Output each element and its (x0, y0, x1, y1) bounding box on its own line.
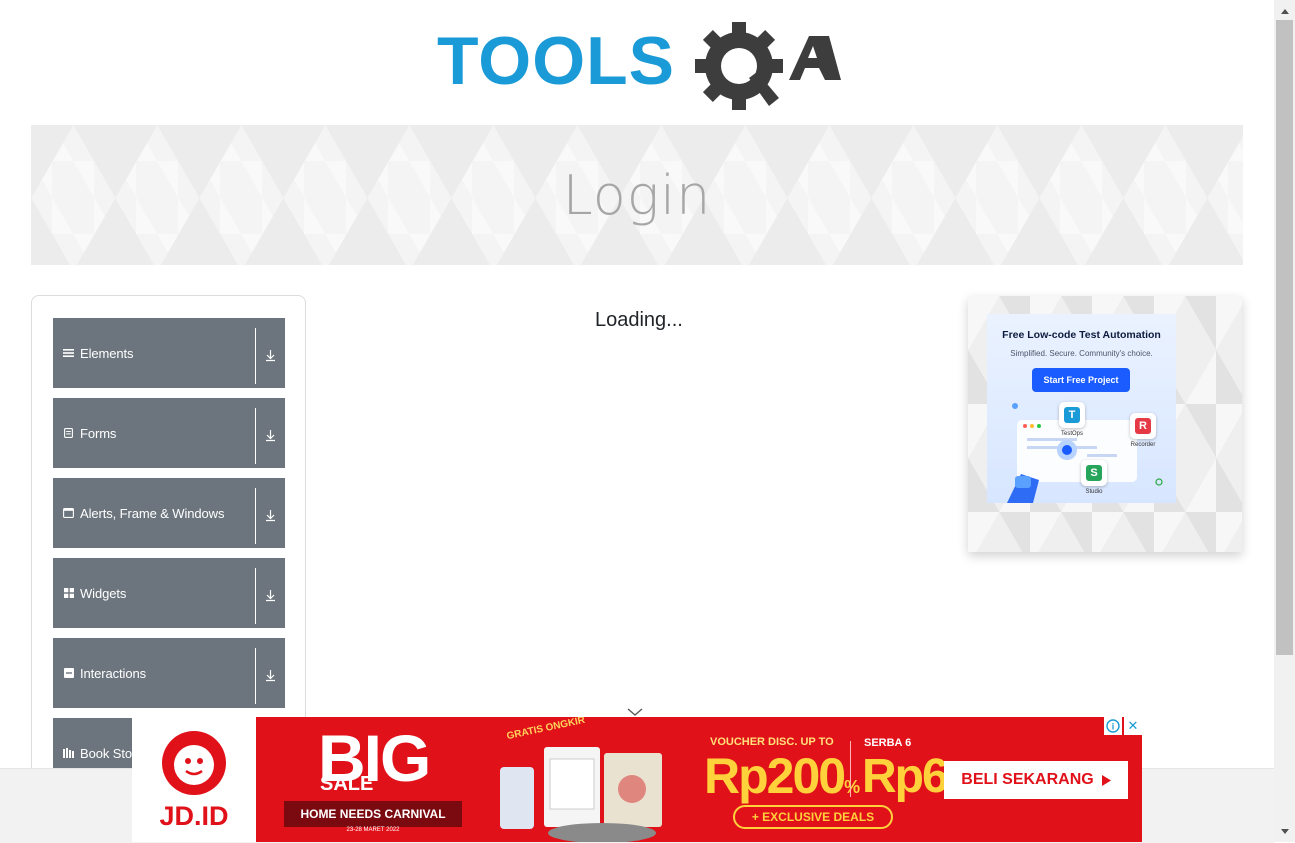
jdid-brand-text: JD.ID (159, 801, 229, 831)
widgets-grid-icon (63, 588, 74, 599)
scroll-down-arrow-icon[interactable] (1274, 822, 1295, 840)
interactions-icon (63, 668, 74, 679)
studio-tile: S (1081, 460, 1107, 486)
jdid-banner-ad[interactable]: JD.ID BIG SALE HOME NEEDS CARNIVAL 23-28… (132, 717, 1142, 842)
sale-text: SALE (320, 773, 374, 795)
svg-text:TOOLS: TOOLS (437, 23, 675, 99)
loading-indicator: Loading... (595, 309, 683, 331)
menu-group-forms[interactable]: Forms (53, 398, 285, 468)
play-arrow-icon (1101, 774, 1111, 786)
separator (255, 488, 256, 544)
menu-group-label: Widgets (80, 585, 127, 601)
jdid-logo-box: JD.ID (132, 717, 256, 842)
right-ad-container: Free Low-code Test Automation Simplified… (968, 296, 1242, 552)
voucher-amount: Rp200% (704, 748, 860, 804)
svg-text:i: i (1112, 722, 1115, 732)
serba-amount: Rp6 (862, 750, 949, 803)
ad-title: Free Low-code Test Automation (1002, 329, 1161, 341)
menu-group-label: Elements (80, 345, 134, 361)
menu-group-label: Forms (80, 425, 117, 441)
menu-group-widgets[interactable]: Widgets (53, 558, 285, 628)
download-arrow-icon[interactable] (264, 507, 277, 522)
separator (255, 408, 256, 464)
scrollbar-thumb[interactable] (1276, 20, 1293, 655)
ad-subtitle: Simplified. Secure. Community's choice. (1010, 349, 1153, 358)
chevron-down-icon[interactable] (627, 702, 643, 716)
separator (255, 648, 256, 704)
separator (255, 328, 256, 384)
scroll-up-arrow-icon[interactable] (1274, 2, 1295, 20)
window-icon (63, 508, 74, 519)
exclusive-deals-label: + EXCLUSIVE DEALS (733, 805, 893, 829)
ad-close-icon[interactable]: ✕ (1124, 717, 1142, 735)
toolsqa-logo-graphic: TOOLS (437, 22, 841, 110)
carnival-label: HOME NEEDS CARNIVAL (284, 801, 462, 827)
separator (850, 741, 851, 797)
toolsqa-logo[interactable]: TOOLS (437, 18, 841, 114)
serba-label: SERBA 6 (864, 737, 912, 749)
menu-group-label: Alerts, Frame & Windows (80, 505, 225, 521)
book-store-icon (63, 748, 74, 759)
list-icon (63, 348, 74, 359)
separator (255, 568, 256, 624)
start-free-project-button[interactable]: Start Free Project (1032, 368, 1130, 392)
jdid-mascot-icon (162, 731, 226, 795)
menu-group-label: Interactions (80, 665, 147, 681)
download-arrow-icon[interactable] (264, 347, 277, 362)
menu-group-alerts-frame-windows[interactable]: Alerts, Frame & Windows (53, 478, 285, 548)
download-arrow-icon[interactable] (264, 587, 277, 602)
recorder-tile: R (1130, 413, 1156, 439)
form-icon (63, 428, 74, 439)
download-arrow-icon[interactable] (264, 667, 277, 682)
product-label: Recorder (1130, 442, 1156, 448)
menu-group-elements[interactable]: Elements (53, 318, 285, 388)
menu-group-interactions[interactable]: Interactions (53, 638, 285, 708)
page-banner: Login (31, 125, 1243, 265)
page-title: Login (562, 163, 712, 227)
products-illustration (500, 747, 662, 842)
testops-tile: T (1059, 402, 1085, 428)
download-arrow-icon[interactable] (264, 427, 277, 442)
product-label: TestOps (1060, 431, 1083, 437)
ad-info-icon[interactable]: i (1104, 717, 1122, 735)
katalon-ad[interactable]: Free Low-code Test Automation Simplified… (987, 314, 1176, 503)
beli-sekarang-button[interactable]: BELI SEKARANG (944, 761, 1128, 799)
product-label: Studio (1085, 489, 1103, 495)
carnival-dates: 23-28 MARET 2022 (346, 827, 400, 833)
